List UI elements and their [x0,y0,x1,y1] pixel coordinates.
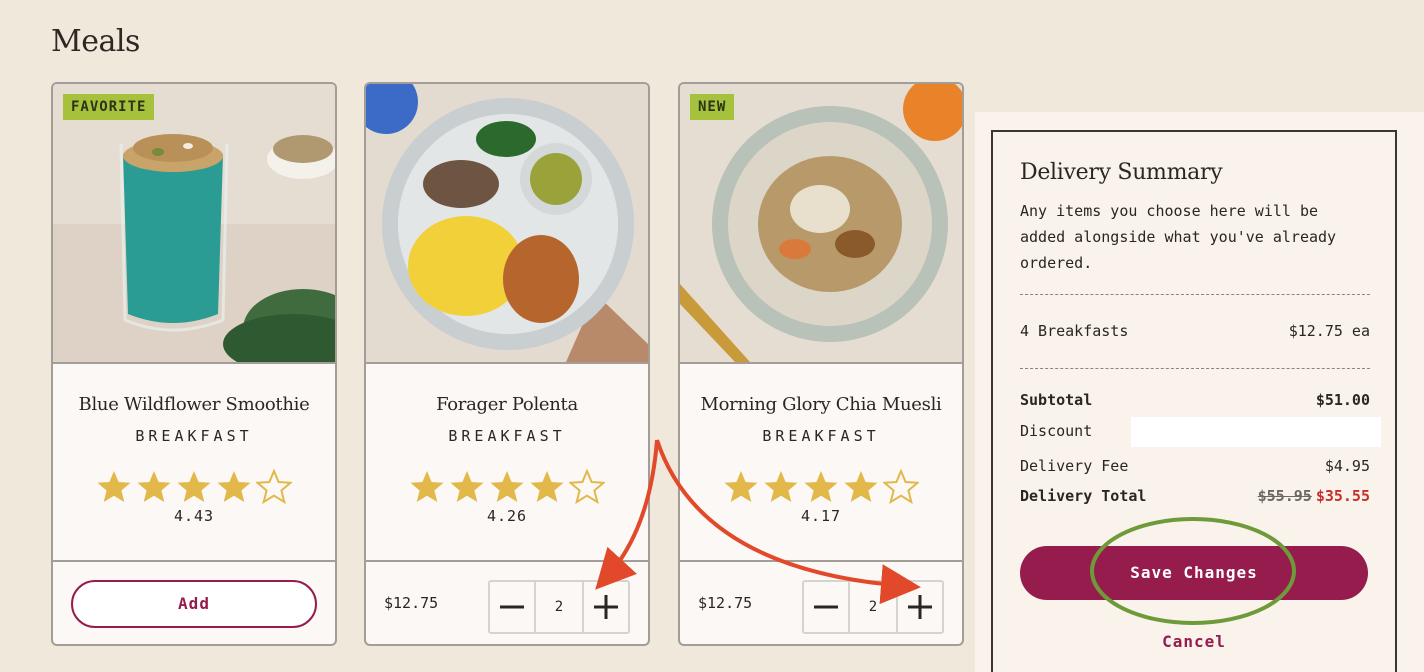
star-rating [53,469,335,505]
star-icon [724,471,758,502]
meal-name: Forager Polenta [436,394,578,415]
quantity-value[interactable]: 2 [536,582,582,632]
minus-icon [500,605,524,609]
minus-icon [814,605,838,609]
star-rating [366,469,648,505]
star-rating [680,469,962,505]
new-badge: NEW [690,94,735,120]
decrease-button[interactable] [490,582,536,632]
delivery-fee-row: Delivery Fee $4.95 [1020,457,1370,475]
star-icon [530,471,564,502]
delivery-total-new: $35.55 [1315,487,1370,505]
meal-price: $12.75 [384,594,439,612]
star-icon [410,471,444,502]
meal-category: BREAKFAST [448,427,566,445]
delivery-total-old: $55.95 [1257,487,1312,505]
meal-image: FAVORITE [53,84,335,362]
star-icon [804,471,838,502]
save-changes-button[interactable]: Save Changes [1020,546,1368,600]
quantity-value[interactable]: 2 [850,582,896,632]
meal-image [366,84,648,362]
delivery-summary-panel: Delivery Summary Any items you choose he… [975,112,1424,672]
delivery-summary: Delivery Summary Any items you choose he… [991,130,1397,672]
star-icon [177,471,211,502]
quantity-stepper: 2 [802,580,944,634]
rating-value: 4.17 [800,507,842,525]
star-icon [764,471,798,502]
meal-name: Blue Wildflower Smoothie [78,394,310,415]
divider [1020,294,1370,295]
discount-label: Discount [1020,422,1093,440]
page-title: Meals [51,24,140,59]
cancel-link[interactable]: Cancel [1020,632,1368,651]
plus-icon [594,595,618,619]
star-icon [217,471,251,502]
rating-value: 4.26 [486,507,528,525]
subtotal-row: Subtotal $51.00 [1020,391,1370,409]
favorite-badge: FAVORITE [63,94,155,120]
quantity-stepper: 2 [488,580,630,634]
meal-category: BREAKFAST [762,427,880,445]
add-button[interactable]: Add [71,580,317,628]
meal-name: Morning Glory Chia Muesli [700,394,942,415]
star-outline-icon [569,469,605,505]
increase-button[interactable] [896,582,942,632]
items-label: 4 Breakfasts [1020,322,1129,340]
discount-field[interactable] [1131,417,1381,447]
star-outline-icon [883,469,919,505]
star-icon [490,471,524,502]
subtotal-label: Subtotal [1020,391,1093,409]
star-icon [450,471,484,502]
summary-title: Delivery Summary [1020,160,1223,185]
star-icon [97,471,131,502]
star-icon [137,471,171,502]
items-row: 4 Breakfasts $12.75 ea [1020,322,1370,340]
subtotal-value: $51.00 [1315,391,1370,409]
star-icon [844,471,878,502]
star-outline-icon [256,469,292,505]
increase-button[interactable] [582,582,628,632]
meal-card: NEW Morning Glory Chia Muesli BREAKFAST … [678,82,964,646]
meal-price: $12.75 [698,594,753,612]
delivery-fee-value: $4.95 [1324,457,1370,475]
plus-icon [908,595,932,619]
rating-value: 4.43 [173,507,215,525]
delivery-total-row: Delivery Total $55.95 $35.55 [1020,487,1370,505]
decrease-button[interactable] [804,582,850,632]
divider [1020,368,1370,369]
delivery-fee-label: Delivery Fee [1020,457,1129,475]
meal-image: NEW [680,84,962,362]
items-price: $12.75 ea [1288,322,1370,340]
delivery-total-label: Delivery Total [1020,487,1147,505]
meal-category: BREAKFAST [135,427,253,445]
meal-card: FAVORITE Blue Wildflower Smoothie BREAKF… [51,82,337,646]
summary-description: Any items you choose here will be added … [1020,202,1337,272]
meal-card: Forager Polenta BREAKFAST 4.26 $12.75 2 [364,82,650,646]
